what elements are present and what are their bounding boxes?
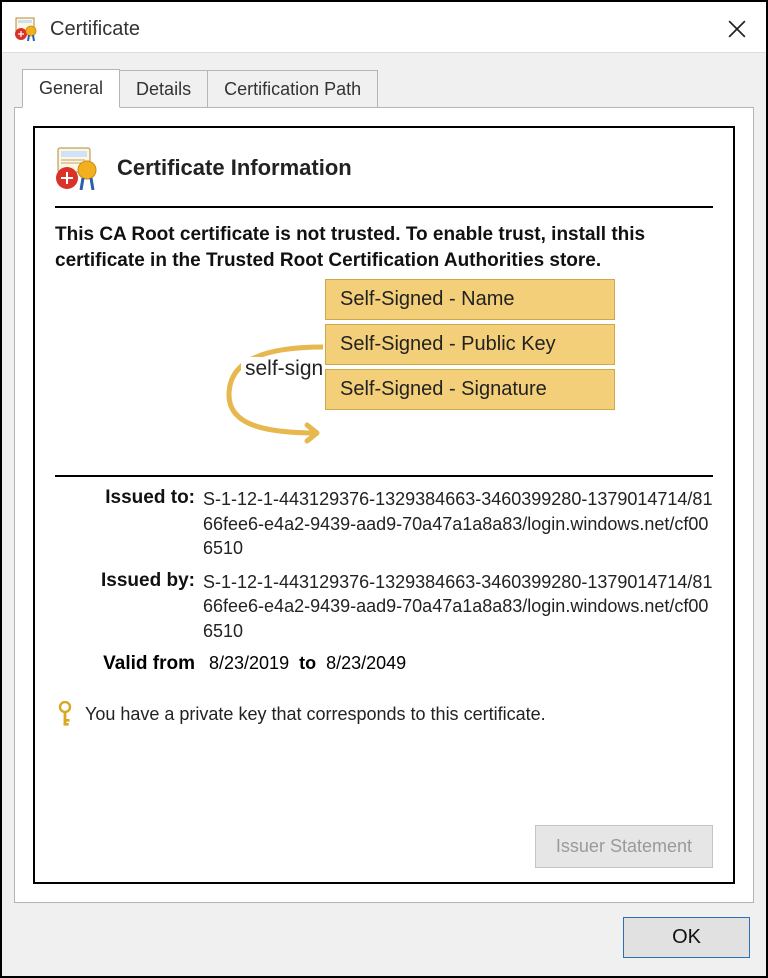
valid-from-row: Valid from 8/23/2019 to 8/23/2049 bbox=[55, 653, 713, 675]
private-key-note: You have a private key that corresponds … bbox=[85, 704, 546, 725]
certificate-info-header: Certificate Information bbox=[55, 146, 713, 200]
valid-to-value: 8/23/2049 bbox=[320, 653, 412, 674]
issued-by-row: Issued by: S-1-12-1-443129376-1329384663… bbox=[55, 570, 713, 643]
titlebar: Certificate bbox=[2, 2, 766, 52]
valid-from-value: 8/23/2019 bbox=[203, 653, 295, 674]
tab-general[interactable]: General bbox=[22, 69, 120, 108]
dialog-button-row: OK bbox=[14, 903, 754, 964]
tabstrip: General Details Certification Path bbox=[22, 69, 754, 108]
titlebar-left: Certificate bbox=[14, 17, 140, 41]
tab-certification-path[interactable]: Certification Path bbox=[207, 70, 378, 108]
annotation-overlay: self-sign Self-Signed - Name Self-Signed… bbox=[55, 279, 713, 469]
ok-button[interactable]: OK bbox=[623, 917, 750, 958]
certificate-info-heading: Certificate Information bbox=[117, 155, 352, 181]
self-signed-name-box: Self-Signed - Name bbox=[325, 279, 615, 320]
self-signed-signature-box: Self-Signed - Signature bbox=[325, 369, 615, 410]
divider bbox=[55, 475, 713, 477]
certificate-badge-icon bbox=[55, 146, 103, 190]
certificate-info-panel: Certificate Information This CA Root cer… bbox=[33, 126, 735, 884]
valid-to-label: to bbox=[295, 653, 320, 674]
issuer-statement-row: Issuer Statement bbox=[55, 825, 713, 868]
issued-by-label: Issued by: bbox=[55, 570, 203, 592]
self-signed-publickey-box: Self-Signed - Public Key bbox=[325, 324, 615, 365]
tab-details[interactable]: Details bbox=[119, 70, 208, 108]
self-signed-boxes: Self-Signed - Name Self-Signed - Public … bbox=[325, 279, 615, 410]
issued-to-label: Issued to: bbox=[55, 487, 203, 509]
window-title: Certificate bbox=[50, 18, 140, 41]
valid-from-label: Valid from bbox=[55, 653, 203, 675]
divider bbox=[55, 206, 713, 208]
certificate-dialog: Certificate General Details Certificatio… bbox=[0, 0, 768, 978]
issued-by-value: S-1-12-1-443129376-1329384663-3460399280… bbox=[203, 570, 713, 643]
issued-to-row: Issued to: S-1-12-1-443129376-1329384663… bbox=[55, 487, 713, 560]
issued-to-value: S-1-12-1-443129376-1329384663-3460399280… bbox=[203, 487, 713, 560]
self-sign-arrow-icon bbox=[215, 335, 335, 445]
trust-warning-text: This CA Root certificate is not trusted.… bbox=[55, 222, 713, 273]
issuer-statement-button: Issuer Statement bbox=[535, 825, 713, 868]
self-sign-label: self-sign bbox=[241, 357, 327, 381]
dialog-body: General Details Certification Path bbox=[2, 52, 766, 976]
certificate-title-icon bbox=[14, 17, 42, 41]
private-key-row: You have a private key that corresponds … bbox=[55, 701, 713, 727]
key-icon bbox=[55, 701, 75, 727]
tab-panel-general: Certificate Information This CA Root cer… bbox=[14, 107, 754, 903]
close-button[interactable] bbox=[720, 16, 754, 42]
